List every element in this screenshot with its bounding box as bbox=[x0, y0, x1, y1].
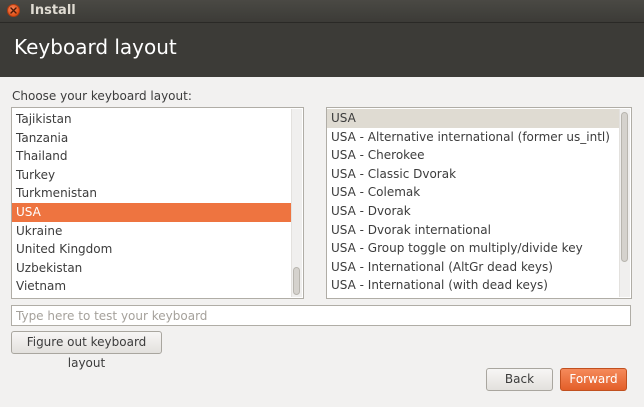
keyboard-test-input[interactable] bbox=[11, 305, 631, 326]
country-item[interactable]: Vietnam bbox=[12, 277, 291, 296]
variant-item[interactable]: USA - Dvorak bbox=[327, 202, 619, 221]
country-item[interactable]: Turkmenistan bbox=[12, 184, 291, 203]
country-item[interactable]: Turkey bbox=[12, 166, 291, 185]
country-item[interactable]: Thailand bbox=[12, 147, 291, 166]
variant-list[interactable]: USA USA - Alternative international (form… bbox=[326, 107, 632, 299]
country-item[interactable]: Uzbekistan bbox=[12, 259, 291, 278]
page-header: Keyboard layout bbox=[0, 23, 644, 77]
country-item[interactable]: USA bbox=[12, 202, 291, 222]
main-panel: Choose your keyboard layout: Tajikistan T… bbox=[0, 77, 644, 407]
variant-item[interactable]: USA - Cherokee bbox=[327, 146, 619, 165]
variant-item[interactable]: USA - Group toggle on multiply/divide ke… bbox=[327, 239, 619, 258]
variant-item[interactable]: USA - Colemak bbox=[327, 183, 619, 202]
country-item[interactable]: United Kingdom bbox=[12, 240, 291, 259]
layout-prompt: Choose your keyboard layout: bbox=[12, 89, 192, 103]
country-item[interactable]: Tajikistan bbox=[12, 110, 291, 129]
country-scrollbar[interactable] bbox=[291, 109, 302, 297]
forward-button[interactable]: Forward bbox=[560, 368, 627, 391]
variant-item[interactable]: USA - International (with dead keys) bbox=[327, 276, 619, 295]
figure-out-layout-button[interactable]: Figure out keyboard layout bbox=[11, 331, 162, 370]
close-icon bbox=[10, 7, 17, 14]
country-rows: Tajikistan Tanzania Thailand Turkey Turkmeni… bbox=[12, 110, 291, 296]
variant-item[interactable]: USA - International (AltGr dead keys) bbox=[327, 258, 619, 277]
close-button[interactable] bbox=[7, 4, 20, 17]
variant-item[interactable]: USA - Dvorak international bbox=[327, 221, 619, 240]
variant-item[interactable]: USA - Classic Dvorak bbox=[327, 165, 619, 184]
country-item[interactable]: Ukraine bbox=[12, 222, 291, 241]
variant-scroll-thumb[interactable] bbox=[621, 112, 628, 262]
page-title: Keyboard layout bbox=[14, 35, 177, 59]
window-title: Install bbox=[30, 3, 76, 18]
country-scroll-thumb[interactable] bbox=[293, 267, 300, 295]
back-button[interactable]: Back bbox=[486, 368, 553, 391]
country-list[interactable]: Tajikistan Tanzania Thailand Turkey Turkmeni… bbox=[11, 107, 304, 299]
country-item[interactable]: Tanzania bbox=[12, 129, 291, 148]
variant-item[interactable]: USA - Alternative international (former … bbox=[327, 128, 619, 147]
title-bar: Install bbox=[0, 0, 644, 23]
variant-scrollbar[interactable] bbox=[619, 109, 630, 297]
variant-item[interactable]: USA bbox=[327, 109, 619, 128]
variant-rows: USA USA - Alternative international (form… bbox=[327, 109, 619, 295]
